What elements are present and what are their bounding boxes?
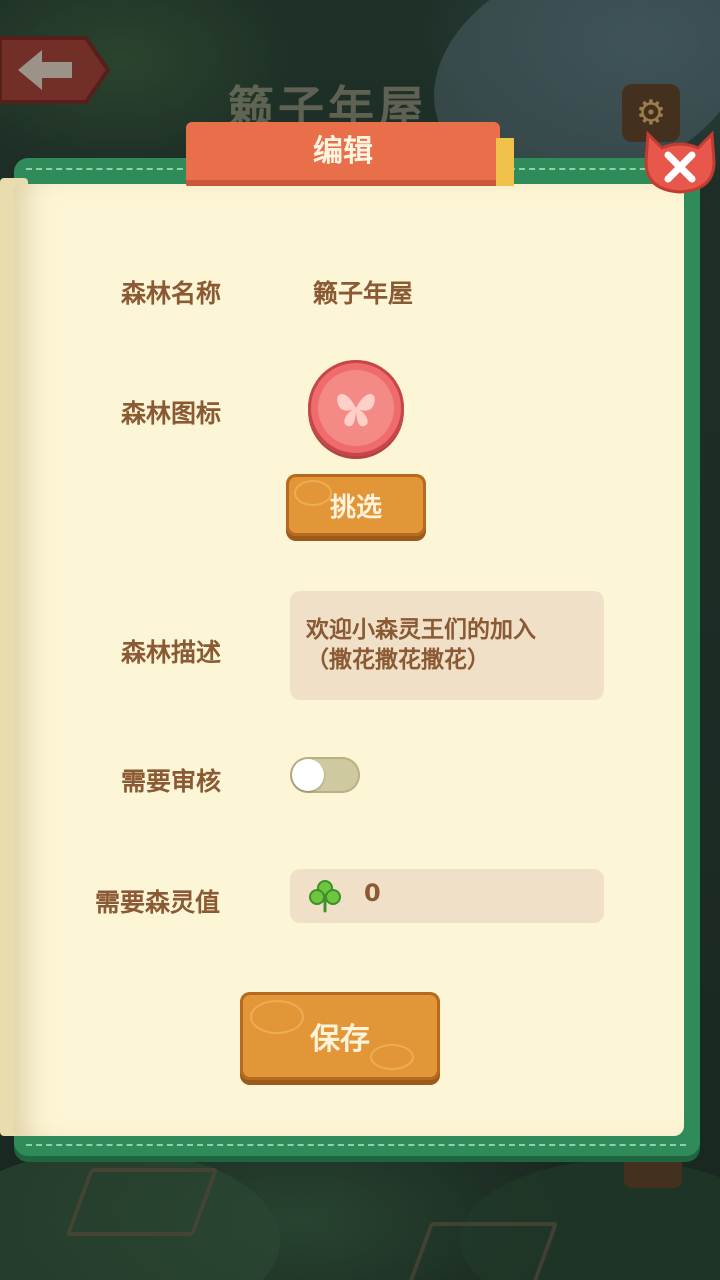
forest-icon-label: 森林图标 xyxy=(121,399,222,428)
toggle-knob xyxy=(292,759,324,791)
forest-name-label: 森林名称 xyxy=(121,279,222,308)
dialog-header: 编辑 xyxy=(186,122,500,186)
forest-description-line1: 欢迎小森灵王们的加入 xyxy=(306,617,536,643)
save-button-label: 保存 xyxy=(310,1022,370,1057)
forest-description-line2: （撒花撒花撒花） xyxy=(306,647,490,673)
require-review-toggle[interactable] xyxy=(290,757,360,793)
require-review-label: 需要审核 xyxy=(121,767,222,796)
stitch-border-bottom xyxy=(26,1144,686,1146)
require-spirit-value: 0 xyxy=(364,879,381,907)
close-button[interactable] xyxy=(640,128,720,198)
forest-icon-preview xyxy=(308,360,404,456)
forest-description-field[interactable]: 欢迎小森灵王们的加入 （撒花撒花撒花） xyxy=(290,591,604,700)
require-spirit-label: 需要森灵值 xyxy=(95,888,221,917)
dialog-title: 编辑 xyxy=(313,134,373,169)
save-button[interactable]: 保存 xyxy=(240,992,440,1080)
choose-icon-button-label: 挑选 xyxy=(329,492,382,523)
forest-description-label: 森林描述 xyxy=(121,638,222,667)
require-spirit-field[interactable]: 0 xyxy=(290,869,604,923)
butterfly-icon xyxy=(337,394,375,427)
choose-icon-button[interactable]: 挑选 xyxy=(286,474,426,536)
clover-icon xyxy=(309,880,341,913)
ribbon-tail xyxy=(496,138,514,186)
forest-name-value[interactable]: 籁子年屋 xyxy=(313,274,413,310)
